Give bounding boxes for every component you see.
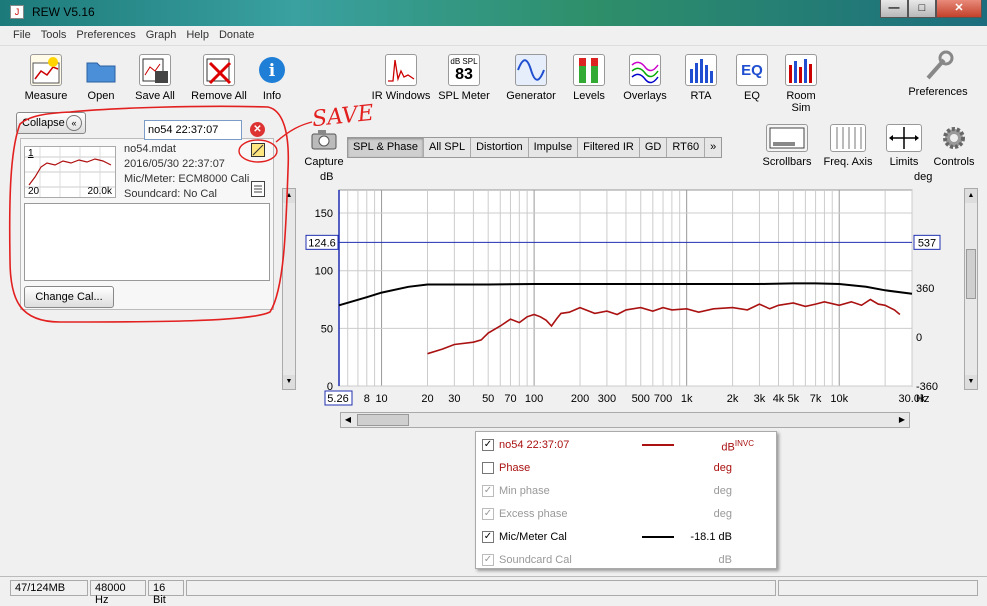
x-tick-label: 7k	[810, 393, 822, 405]
graph-legend: ✓ no54 22:37:07 dBINVC Phase deg ✓ Min phase de…	[475, 431, 777, 569]
x-tick-label: 300	[598, 393, 616, 405]
x-tick-label: 50	[482, 393, 494, 405]
cursor-left-value: 124.6	[308, 237, 336, 249]
x-tick-label: 10	[375, 393, 387, 405]
cursor-x-value: 5.26	[327, 393, 348, 405]
tab-spl-phase[interactable]: SPL & Phase	[348, 138, 425, 157]
bit-depth-status: 16 Bit	[148, 580, 184, 606]
graph-scroll-up-icon[interactable]: ▲	[965, 189, 977, 203]
sample-rate-status: 48000 Hz	[90, 580, 146, 606]
legend-name: Phase	[499, 462, 531, 474]
legend-name: Soundcard Cal	[499, 554, 572, 566]
left-tick-label: 100	[315, 266, 333, 278]
legend-checkbox[interactable]: ✓	[482, 531, 494, 543]
legend-checkbox[interactable]	[482, 462, 494, 474]
x-tick-label: 100	[525, 393, 543, 405]
scroll-left-icon[interactable]: ◀	[341, 413, 355, 427]
legend-name: Min phase	[499, 485, 550, 497]
tab-gd[interactable]: GD	[640, 138, 668, 157]
left-axis-unit: dB	[320, 171, 333, 183]
legend-value: dB	[718, 554, 732, 566]
x-tick-label: 5k	[787, 393, 799, 405]
x-tick-label: 3k	[754, 393, 766, 405]
legend-checkbox[interactable]: ✓	[482, 439, 494, 451]
legend-checkbox[interactable]: ✓	[482, 554, 494, 566]
left-tick-label: 50	[321, 323, 333, 335]
legend-value: deg	[713, 508, 732, 520]
x-tick-label: 70	[504, 393, 516, 405]
graph-scroll-down-icon[interactable]: ▼	[965, 375, 977, 389]
graph-horizontal-scrollbar[interactable]: ◀ ▶	[340, 412, 910, 428]
graph-hscroll-thumb[interactable]	[357, 414, 409, 426]
scroll-right-icon[interactable]: ▶	[895, 413, 909, 427]
tabs-more-button[interactable]: »	[705, 138, 721, 157]
x-tick-label: 200	[571, 393, 589, 405]
x-tick-label: 8	[364, 393, 370, 405]
legend-row[interactable]: ✓ Min phase deg	[482, 482, 772, 500]
status-message	[186, 580, 776, 596]
legend-row[interactable]: Phase deg	[482, 459, 772, 477]
right-tick-label: 360	[916, 283, 934, 295]
legend-sup: INVC	[734, 439, 754, 448]
x-tick-label: 4k	[773, 393, 785, 405]
tab-filtered-ir[interactable]: Filtered IR	[578, 138, 640, 157]
legend-value: dBINVC	[721, 439, 754, 454]
status-bar: 47/124MB 48000 Hz 16 Bit	[0, 576, 987, 606]
x-tick-label: 700	[654, 393, 672, 405]
legend-value: deg	[713, 462, 732, 474]
legend-row[interactable]: ✓ no54 22:37:07 dBINVC	[482, 436, 772, 454]
cursor-right-value: 537	[918, 237, 936, 249]
tab-all-spl[interactable]: All SPL	[424, 138, 472, 157]
graph-vscroll-thumb[interactable]	[966, 249, 976, 299]
legend-name: no54 22:37:07	[499, 439, 570, 451]
legend-swatch	[642, 444, 674, 446]
graph-vertical-scrollbar[interactable]: ▲ ▼	[964, 188, 978, 390]
right-axis-unit: deg	[914, 171, 932, 183]
legend-value: deg	[713, 485, 732, 497]
tab-impulse[interactable]: Impulse	[529, 138, 579, 157]
tab-rt60[interactable]: RT60	[667, 138, 706, 157]
x-axis-unit: Hz	[916, 393, 929, 405]
right-tick-label: -360	[916, 381, 938, 393]
legend-name: Mic/Meter Cal	[499, 531, 567, 543]
left-tick-label: 150	[315, 208, 333, 220]
tab-distortion[interactable]: Distortion	[471, 138, 529, 157]
legend-row[interactable]: ✓ Soundcard Cal dB	[482, 551, 772, 569]
x-tick-label: 1k	[681, 393, 693, 405]
legend-row[interactable]: ✓ Excess phase deg	[482, 505, 772, 523]
legend-name: Excess phase	[499, 508, 568, 520]
x-tick-label: 10k	[830, 393, 848, 405]
legend-row[interactable]: ✓ Mic/Meter Cal -18.1 dB	[482, 528, 772, 546]
legend-value: -18.1 dB	[690, 531, 732, 543]
spl-phase-graph[interactable]: dBdeg1501005007203600-360810203050701002…	[300, 168, 950, 430]
status-extra	[778, 580, 978, 596]
legend-checkbox[interactable]: ✓	[482, 508, 494, 520]
x-tick-label: 20	[421, 393, 433, 405]
legend-checkbox[interactable]: ✓	[482, 485, 494, 497]
x-tick-label: 2k	[727, 393, 739, 405]
graph-tabs: SPL & Phase All SPL Distortion Impulse F…	[347, 137, 723, 158]
x-tick-label: 500	[632, 393, 650, 405]
right-tick-label: 0	[916, 332, 922, 344]
memory-status: 47/124MB	[10, 580, 88, 596]
x-tick-label: 30	[448, 393, 460, 405]
